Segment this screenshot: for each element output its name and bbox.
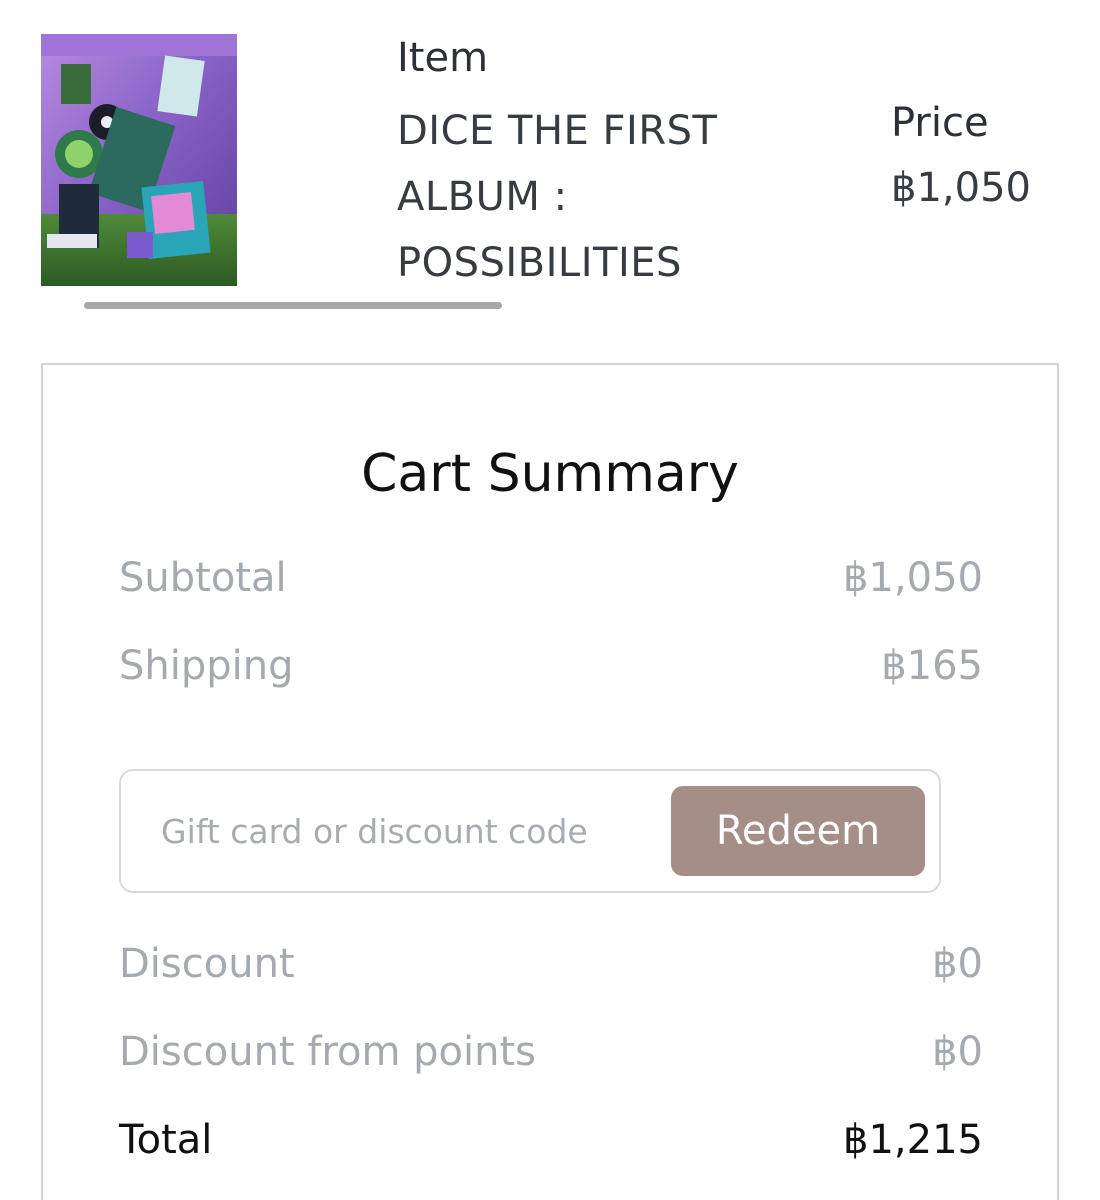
item-name[interactable]: DICE THE FIRST ALBUM : POSSIBILITIES: [397, 98, 757, 296]
cart-page: Item DICE THE FIRST ALBUM : POSSIBILITIE…: [0, 0, 1100, 1200]
coupon-box: Redeem: [119, 769, 941, 893]
total-row: Total ฿1,215: [119, 1112, 983, 1168]
discount-label: Discount: [119, 941, 295, 987]
album-cover-image[interactable]: [41, 34, 237, 286]
item-name-line: ALBUM :: [397, 174, 568, 220]
subtotal-value: ฿1,050: [843, 555, 983, 601]
discount-code-input[interactable]: [161, 799, 661, 863]
discount-value: ฿0: [932, 941, 983, 987]
price-column: Price ฿1,050: [891, 99, 1091, 212]
points-discount-row: Discount from points ฿0: [119, 1024, 983, 1080]
item-column: Item DICE THE FIRST ALBUM : POSSIBILITIE…: [397, 34, 757, 296]
album-cover-art: [41, 34, 237, 286]
price-header: Price: [891, 100, 989, 146]
item-name-line: DICE THE FIRST: [397, 108, 718, 154]
horizontal-scrollbar[interactable]: [84, 302, 502, 309]
cart-summary-title: Cart Summary: [361, 444, 739, 504]
points-discount-value: ฿0: [932, 1029, 983, 1075]
points-discount-label: Discount from points: [119, 1029, 536, 1075]
shipping-label: Shipping: [119, 643, 294, 689]
item-price: ฿1,050: [891, 165, 1031, 211]
cart-summary-card: Cart Summary Subtotal ฿1,050 Shipping ฿1…: [41, 363, 1059, 1200]
discount-row: Discount ฿0: [119, 936, 983, 992]
subtotal-label: Subtotal: [119, 555, 287, 601]
redeem-button[interactable]: Redeem: [671, 786, 925, 876]
shipping-value: ฿165: [881, 643, 983, 689]
total-label: Total: [119, 1117, 213, 1163]
shipping-row: Shipping ฿165: [119, 638, 983, 694]
subtotal-row: Subtotal ฿1,050: [119, 550, 983, 606]
item-name-line: POSSIBILITIES: [397, 240, 682, 286]
total-value: ฿1,215: [843, 1117, 983, 1163]
item-header: Item: [397, 35, 489, 81]
